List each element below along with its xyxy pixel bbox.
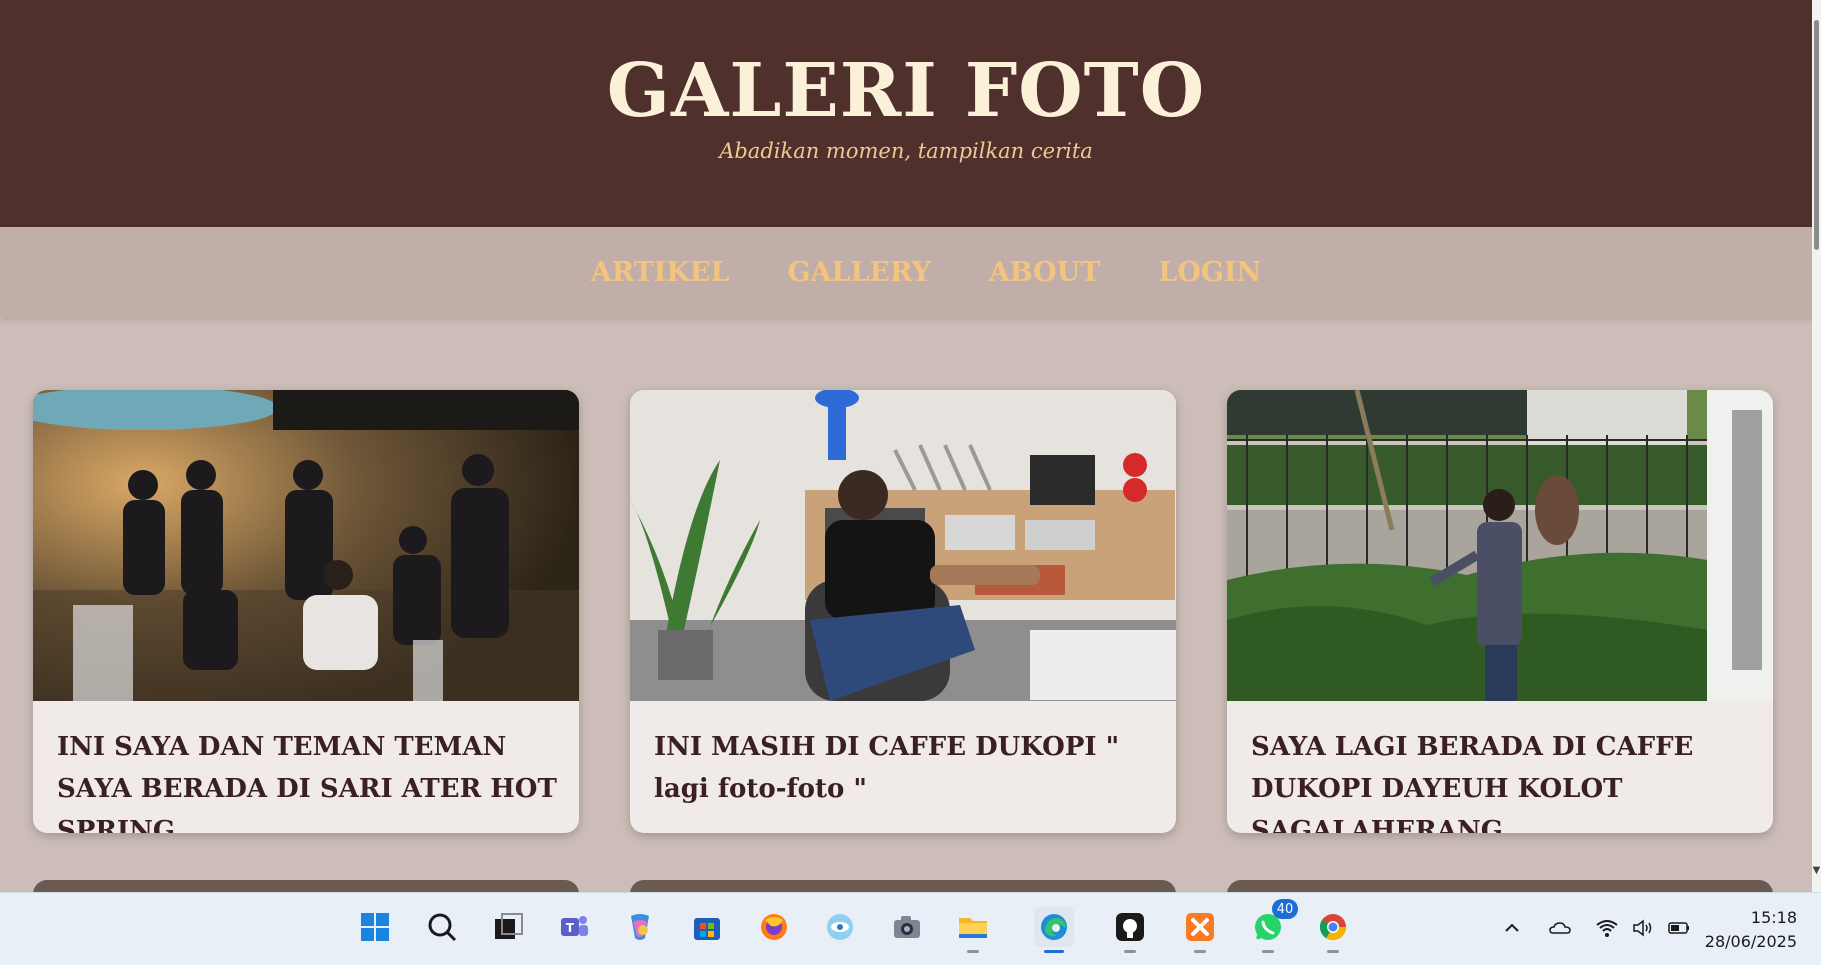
onedrive-icon[interactable] — [1547, 915, 1573, 941]
scrollbar-thumb[interactable] — [1814, 20, 1819, 250]
copilot-icon[interactable] — [620, 907, 660, 947]
running-indicator — [1124, 950, 1136, 953]
gallery-card[interactable]: SAYA LAGI BERADA DI CAFFE DUKOPI DAYEUH … — [1227, 390, 1773, 833]
running-indicator — [967, 950, 979, 953]
windows-start-icon[interactable] — [355, 907, 395, 947]
nav-link-artikel[interactable]: ARTIKEL — [591, 257, 730, 288]
camera-icon[interactable] — [887, 907, 927, 947]
clock-date: 28/06/2025 — [1704, 932, 1797, 951]
whatsapp-icon[interactable]: 40 — [1248, 899, 1298, 953]
site-header: GALERI FOTO Abadikan momen, tampilkan ce… — [0, 0, 1812, 227]
gallery-photo-group — [33, 390, 579, 701]
chrome-icon[interactable] — [1313, 907, 1353, 953]
eye-app-icon[interactable] — [820, 907, 860, 947]
chevron-up-icon[interactable] — [1499, 915, 1525, 941]
running-indicator — [1194, 950, 1206, 953]
page-scrollbar[interactable]: ▼ — [1812, 0, 1821, 892]
gallery-caption: INI MASIH DI CAFFE DUKOPI " lagi foto-fo… — [654, 732, 1120, 804]
gallery-caption: INI SAYA DAN TEMAN TEMAN SAYA BERADA DI … — [57, 732, 557, 833]
nav-link-login[interactable]: LOGIN — [1158, 257, 1261, 288]
gallery-photo-garden — [1227, 390, 1773, 701]
windows-taskbar: T 40 15:18 28/06/2025 — [0, 892, 1821, 965]
firefox-icon[interactable] — [754, 907, 794, 947]
scroll-down-arrow-icon[interactable]: ▼ — [1812, 865, 1821, 879]
site-tagline: Abadikan momen, tampilkan cerita — [719, 139, 1093, 163]
running-indicator — [1327, 950, 1339, 953]
wifi-icon[interactable] — [1594, 915, 1620, 941]
gallery-card[interactable]: INI SAYA DAN TEMAN TEMAN SAYA BERADA DI … — [33, 390, 579, 833]
nav-link-about[interactable]: ABOUT — [989, 257, 1100, 288]
site-title: GALERI FOTO — [606, 48, 1206, 134]
github-icon[interactable] — [1110, 907, 1150, 953]
gallery-caption: SAYA LAGI BERADA DI CAFFE DUKOPI DAYEUH … — [1251, 732, 1694, 833]
svg-text:T: T — [566, 921, 575, 935]
gallery-card[interactable]: INI MASIH DI CAFFE DUKOPI " lagi foto-fo… — [630, 390, 1176, 833]
gallery-card-partial[interactable] — [33, 880, 579, 892]
search-icon[interactable] — [422, 907, 462, 947]
xampp-icon[interactable] — [1180, 907, 1220, 953]
main-nav: ARTIKEL GALLERY ABOUT LOGIN — [0, 227, 1812, 317]
system-clock[interactable]: 15:18 28/06/2025 — [1705, 906, 1797, 954]
gallery-card-partial[interactable] — [1227, 880, 1773, 892]
nav-link-gallery[interactable]: GALLERY — [787, 257, 930, 288]
task-view-icon[interactable] — [488, 907, 528, 947]
browser-viewport: GALERI FOTO Abadikan momen, tampilkan ce… — [0, 0, 1812, 892]
store-icon[interactable] — [687, 907, 727, 947]
notification-badge: 40 — [1272, 899, 1298, 919]
running-indicator — [1262, 950, 1274, 953]
clock-time: 15:18 — [1750, 908, 1797, 927]
edge-icon[interactable] — [1034, 907, 1074, 953]
battery-icon[interactable] — [1666, 915, 1692, 941]
teams-icon[interactable]: T — [554, 907, 594, 947]
gallery-photo-cafe — [630, 390, 1176, 701]
running-indicator — [1044, 950, 1064, 953]
file-explorer-icon[interactable] — [953, 907, 993, 953]
gallery-card-partial[interactable] — [630, 880, 1176, 892]
volume-icon[interactable] — [1630, 915, 1656, 941]
